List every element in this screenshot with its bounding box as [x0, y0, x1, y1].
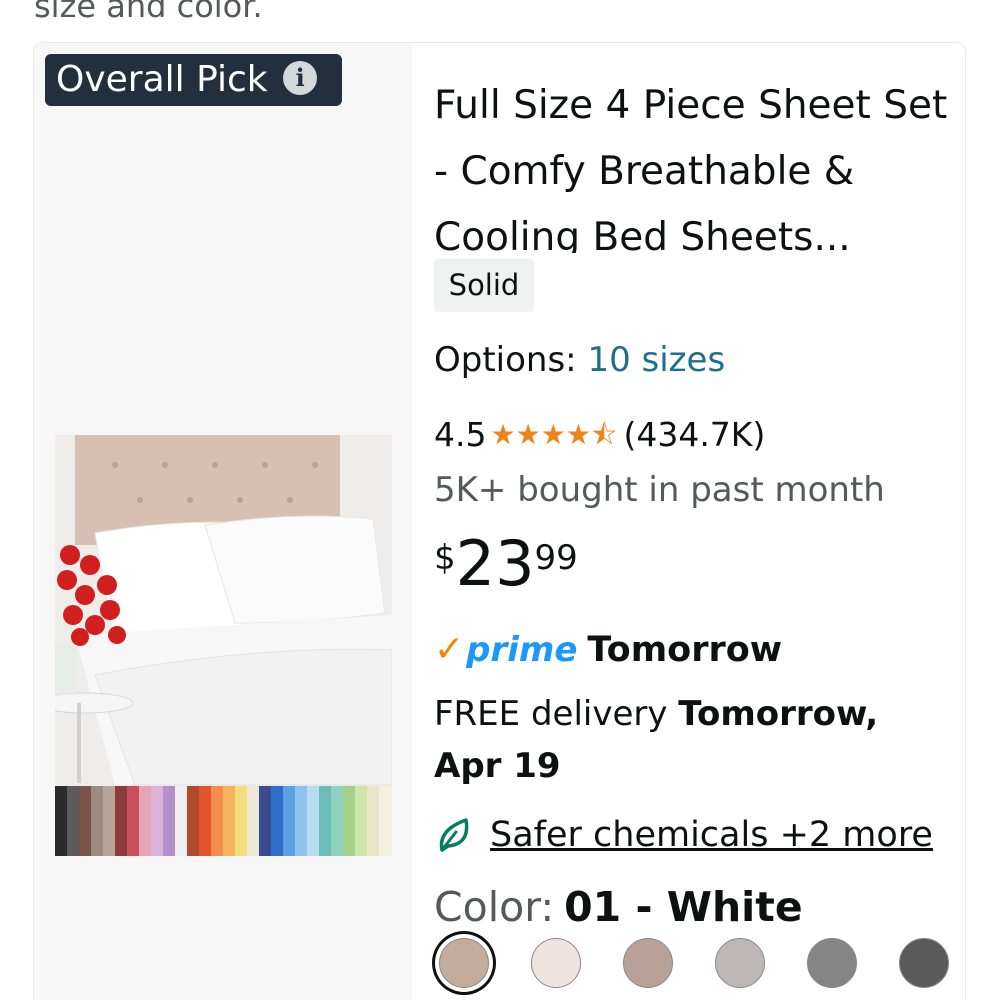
product-image[interactable]	[55, 435, 392, 856]
color-swatch[interactable]	[715, 938, 765, 988]
color-row: Color: 01 - White	[434, 883, 803, 931]
half-star-icon: ⯪	[590, 418, 618, 451]
rating-row[interactable]: 4.5 ★ ★ ★ ★ ⯪ (434.7K)	[434, 415, 765, 454]
star-rating: ★ ★ ★ ★ ⯪	[490, 418, 617, 451]
safer-chemicals-row[interactable]: Safer chemicals +2 more	[434, 815, 933, 855]
image-pane: Overall Pick i	[34, 43, 412, 1000]
color-label: Color:	[434, 883, 555, 931]
section-caption: size and color.	[34, 0, 263, 25]
options-link[interactable]: 10 sizes	[587, 340, 725, 380]
color-swatches	[439, 938, 965, 988]
star-icon: ★	[540, 418, 566, 451]
color-swatch[interactable]	[531, 938, 581, 988]
star-icon: ★	[490, 418, 516, 451]
color-swatch[interactable]	[439, 938, 489, 988]
price-fraction: 99	[534, 538, 578, 578]
product-title[interactable]: Full Size 4 Piece Sheet Set - Comfy Brea…	[434, 73, 954, 253]
color-swatch[interactable]	[807, 938, 857, 988]
style-tag: Solid	[434, 259, 534, 312]
options-label: Options:	[434, 340, 577, 380]
prime-row: ✓ prime Tomorrow	[434, 629, 782, 670]
prime-delivery-day: Tomorrow	[587, 629, 783, 670]
color-swatch[interactable]	[899, 938, 949, 988]
rating-value: 4.5	[434, 415, 487, 454]
bought-count: 5K+ bought in past month	[434, 470, 885, 510]
info-icon[interactable]: i	[283, 61, 318, 95]
color-swatch[interactable]	[623, 938, 673, 988]
star-icon: ★	[515, 418, 541, 451]
overall-pick-badge: Overall Pick i	[45, 54, 342, 106]
product-card[interactable]: Overall Pick i Full Size 4 Piece Sheet S…	[33, 42, 966, 1000]
badge-label: Overall Pick	[56, 59, 268, 100]
options-row: Options: 10 sizes	[434, 340, 725, 380]
bed-sheet-photo	[55, 435, 392, 856]
prime-logo: prime	[466, 629, 578, 670]
safer-chemicals-link[interactable]: Safer chemicals +2 more	[490, 815, 933, 855]
delivery-info: FREE delivery Tomorrow, Apr 19	[434, 688, 954, 792]
prime-check-icon: ✓	[434, 629, 465, 670]
leaf-icon	[439, 818, 469, 852]
price: $2399	[434, 533, 578, 595]
color-value: 01 - White	[564, 883, 803, 931]
delivery-prefix: FREE delivery	[434, 694, 668, 734]
star-icon: ★	[565, 418, 591, 451]
price-whole: 23	[455, 527, 535, 600]
rating-count[interactable]: (434.7K)	[623, 415, 765, 454]
price-symbol: $	[434, 538, 456, 578]
